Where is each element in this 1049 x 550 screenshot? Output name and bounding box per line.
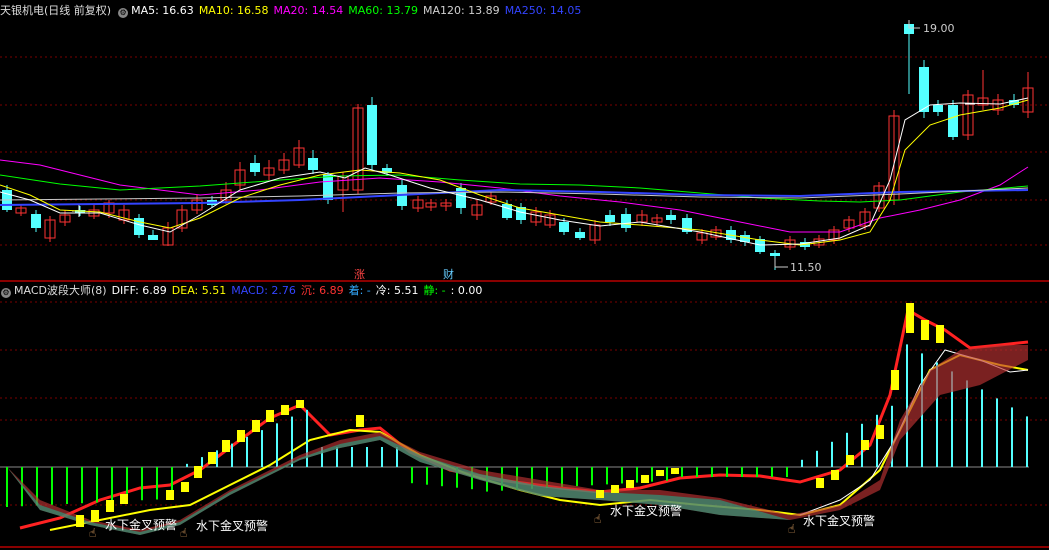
candle-body (367, 105, 377, 165)
macd-panel[interactable] (6, 303, 1028, 535)
warning-label: 水下金叉预警 (105, 518, 178, 532)
price-low-label: 11.50 (790, 261, 822, 274)
price-high-label: 19.00 (923, 22, 955, 35)
candle-body (770, 253, 780, 256)
hand-icon: ☝ (89, 526, 97, 540)
warning-label: 水下金叉预警 (610, 504, 683, 518)
macd-block (208, 452, 216, 464)
macd-block (222, 440, 230, 452)
macd-block (891, 370, 899, 390)
candle-body (31, 214, 41, 228)
candlestick-panel[interactable] (0, 20, 1034, 531)
macd-block (626, 480, 634, 488)
candle-body (559, 222, 569, 232)
candle-body (933, 105, 943, 112)
macd-block (906, 303, 914, 333)
macd-block (861, 440, 869, 450)
macd-block (816, 478, 824, 488)
macd-block (266, 410, 274, 422)
candle-body (919, 67, 929, 112)
low-pointer (774, 258, 788, 268)
candle-body (948, 105, 958, 137)
candle-body (621, 214, 631, 228)
ma10-line (0, 99, 1029, 246)
hand-icon: ☝ (180, 526, 188, 540)
candle-body (323, 175, 333, 200)
hand-icon: ☝ (788, 522, 796, 536)
macd-block (120, 494, 128, 504)
macd-block (281, 405, 289, 415)
warning-label: 水下金叉预警 (803, 514, 876, 528)
macd-block (596, 490, 604, 498)
macd-block (194, 466, 202, 478)
macd-cloud (7, 345, 1028, 535)
macd-block (356, 415, 364, 427)
macd-block (876, 425, 884, 439)
candle-body (148, 235, 158, 240)
candle-body (575, 232, 585, 238)
macd-block (106, 500, 114, 512)
candle-body (666, 215, 676, 220)
dea-line (49, 353, 1029, 531)
stock-chart[interactable] (0, 0, 1049, 550)
macd-block (181, 482, 189, 492)
macd-block (296, 400, 304, 408)
macd-block (831, 470, 839, 480)
marker-zhang[interactable]: 涨 (354, 266, 365, 282)
macd-block (671, 468, 679, 474)
marker-cai[interactable]: 财 (443, 266, 454, 282)
candle-body (250, 163, 260, 172)
macd-block (656, 470, 664, 476)
candle-body (502, 204, 512, 218)
candle-body (605, 215, 615, 222)
hand-icon: ☝ (594, 512, 602, 526)
macd-block (611, 485, 619, 493)
candle-body (308, 158, 318, 170)
macd-block (237, 430, 245, 442)
macd-block (921, 320, 929, 340)
macd-block (91, 510, 99, 522)
macd-block (641, 475, 649, 483)
warning-label: 水下金叉预警 (196, 519, 269, 533)
macd-block (846, 455, 854, 465)
macd-block (166, 490, 174, 500)
macd-block (252, 420, 260, 432)
ma5-line (0, 97, 1029, 246)
macd-block (76, 515, 84, 527)
macd-block (936, 325, 944, 343)
